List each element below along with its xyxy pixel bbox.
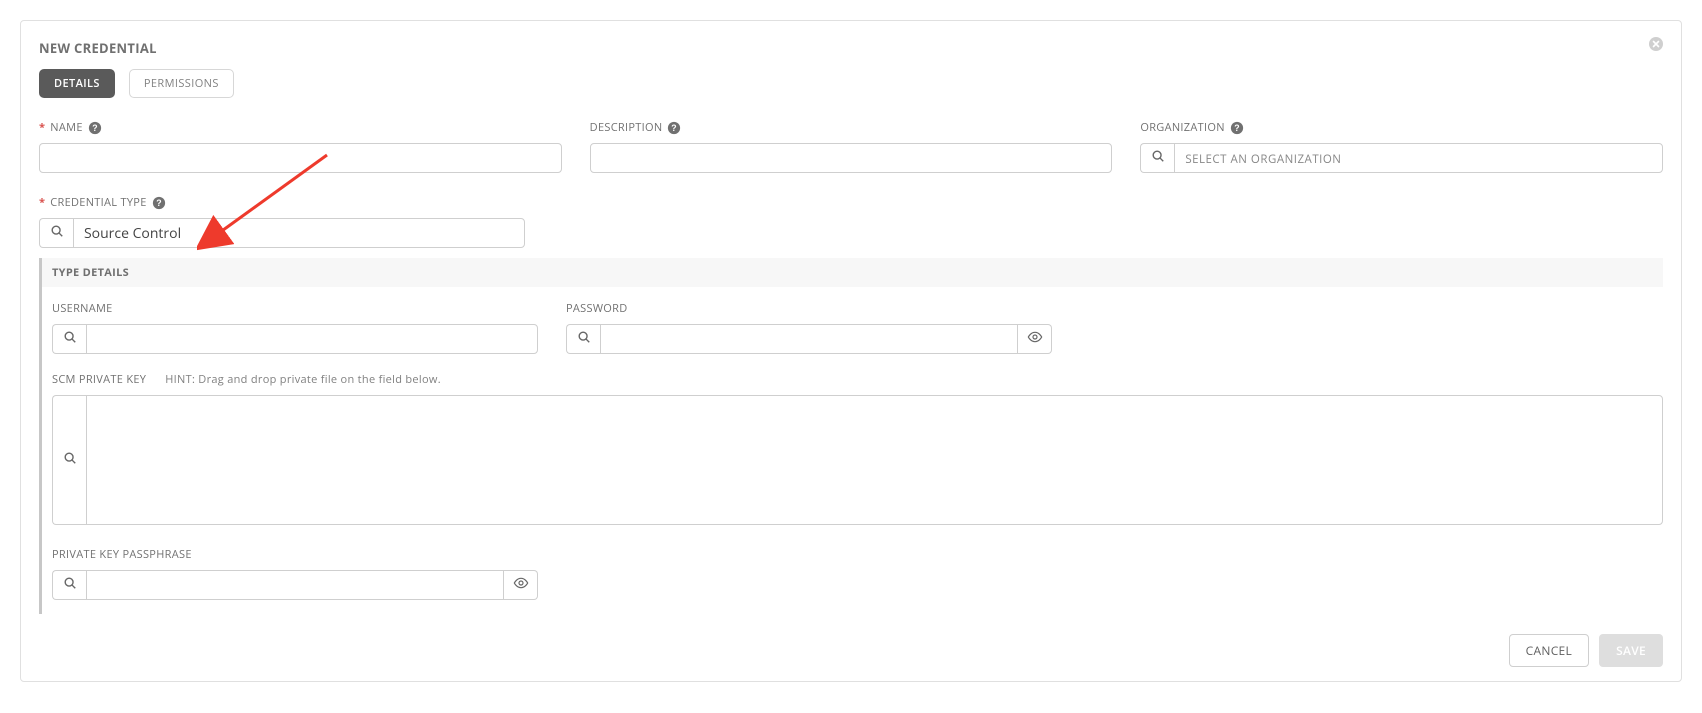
- svg-text:?: ?: [92, 123, 98, 133]
- field-organization: ORGANIZATION ?: [1140, 120, 1663, 173]
- label-organization: ORGANIZATION: [1140, 120, 1224, 135]
- scm-hint: HINT: Drag and drop private file on the …: [165, 372, 441, 387]
- label-passphrase: PRIVATE KEY PASSPHRASE: [52, 547, 192, 562]
- close-icon: [1648, 36, 1664, 56]
- save-button[interactable]: SAVE: [1599, 634, 1663, 667]
- field-credential-type: * CREDENTIAL TYPE ?: [39, 195, 525, 248]
- help-icon[interactable]: ?: [152, 196, 166, 210]
- panel-title: NEW CREDENTIAL: [39, 39, 1663, 57]
- tab-details[interactable]: DETAILS: [39, 69, 115, 98]
- eye-icon: [513, 575, 529, 595]
- label-description: DESCRIPTION: [590, 120, 663, 135]
- label-name: NAME: [50, 120, 82, 135]
- svg-text:?: ?: [156, 198, 162, 208]
- passphrase-toggle-button[interactable]: [504, 570, 538, 600]
- label-scm-private-key: SCM PRIVATE KEY: [52, 372, 146, 387]
- label-password: PASSWORD: [566, 301, 628, 316]
- credential-type-input[interactable]: [73, 218, 525, 248]
- help-icon[interactable]: ?: [667, 121, 681, 135]
- description-input[interactable]: [590, 143, 1113, 173]
- search-icon: [63, 330, 77, 348]
- cancel-button[interactable]: CANCEL: [1509, 634, 1589, 667]
- password-input[interactable]: [600, 324, 1018, 354]
- help-icon[interactable]: ?: [1230, 121, 1244, 135]
- search-icon: [50, 224, 64, 242]
- row-main-2: * CREDENTIAL TYPE ?: [39, 195, 1663, 248]
- tab-permissions[interactable]: PERMISSIONS: [129, 69, 234, 98]
- organization-lookup-button[interactable]: [1140, 143, 1174, 173]
- password-toggle-button[interactable]: [1018, 324, 1052, 354]
- passphrase-input[interactable]: [86, 570, 504, 600]
- password-lookup-button[interactable]: [566, 324, 600, 354]
- search-icon: [63, 451, 77, 469]
- search-icon: [1151, 149, 1165, 167]
- field-description: DESCRIPTION ?: [590, 120, 1113, 173]
- scm-private-key-input[interactable]: [86, 395, 1663, 525]
- field-username: USERNAME: [52, 301, 538, 354]
- new-credential-panel: NEW CREDENTIAL DETAILS PERMISSIONS * NAM…: [20, 20, 1682, 682]
- type-details-header: TYPE DETAILS: [39, 258, 1663, 287]
- field-name: * NAME ?: [39, 120, 562, 173]
- footer: CANCEL SAVE: [39, 634, 1663, 667]
- type-details-body: USERNAME PASSWORD: [39, 287, 1663, 614]
- search-icon: [63, 576, 77, 594]
- field-password: PASSWORD: [566, 301, 1052, 354]
- organization-input[interactable]: [1174, 143, 1663, 173]
- required-marker: *: [39, 195, 45, 210]
- username-input[interactable]: [86, 324, 538, 354]
- close-button[interactable]: [1647, 37, 1665, 55]
- label-credential-type: CREDENTIAL TYPE: [50, 195, 146, 210]
- field-passphrase: PRIVATE KEY PASSPHRASE: [52, 547, 538, 600]
- eye-icon: [1027, 329, 1043, 349]
- name-input[interactable]: [39, 143, 562, 173]
- scm-key-lookup-button[interactable]: [52, 395, 86, 525]
- search-icon: [577, 330, 591, 348]
- row-main-1: * NAME ? DESCRIPTION ? ORGANIZATION ?: [39, 120, 1663, 173]
- username-lookup-button[interactable]: [52, 324, 86, 354]
- tabs: DETAILS PERMISSIONS: [39, 69, 1663, 98]
- svg-text:?: ?: [672, 123, 678, 133]
- passphrase-lookup-button[interactable]: [52, 570, 86, 600]
- label-username: USERNAME: [52, 301, 113, 316]
- credential-type-lookup-button[interactable]: [39, 218, 73, 248]
- svg-text:?: ?: [1234, 123, 1240, 133]
- help-icon[interactable]: ?: [88, 121, 102, 135]
- required-marker: *: [39, 120, 45, 135]
